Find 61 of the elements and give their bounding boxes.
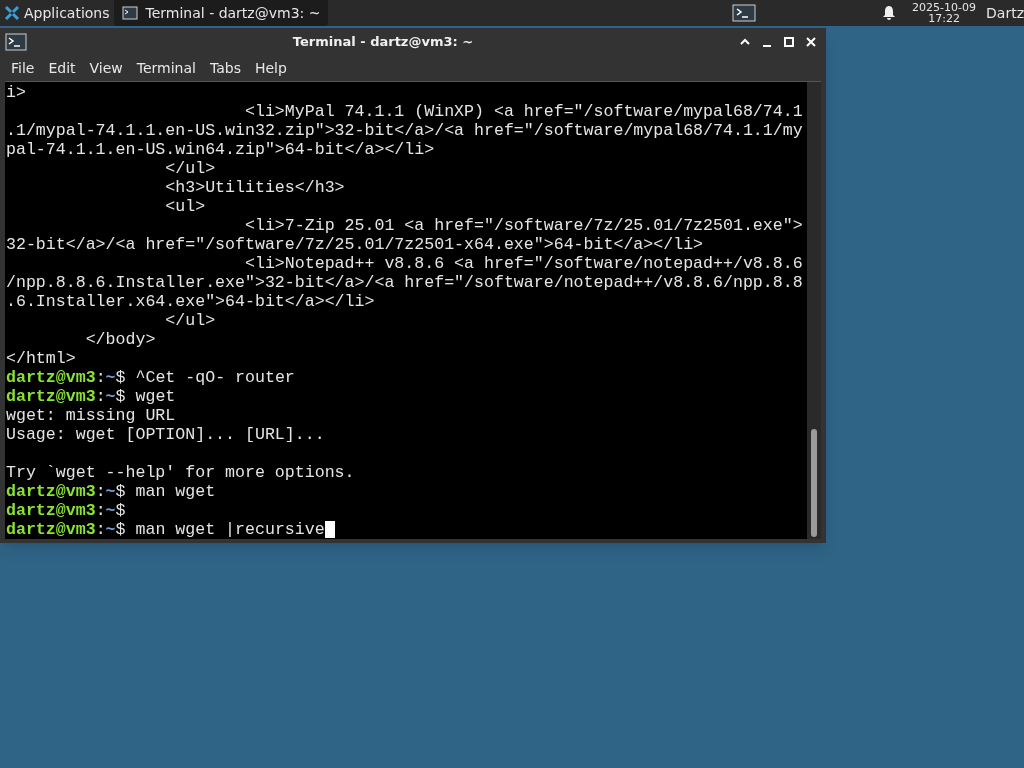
app-menu-icon xyxy=(4,5,20,21)
prompt-path: ~ xyxy=(105,368,116,387)
terminal-output-line: <li>Notepad++ v8.8.6 <a href="/software/notepad++/v8.8.6 xyxy=(244,254,803,273)
terminal-output-line: <h3>Utilities</h3> xyxy=(164,178,345,197)
prompt-separator: : xyxy=(95,387,106,406)
terminal-output-line: .6.Installer.x64.exe">64-bit</a></li> xyxy=(6,292,375,311)
terminal-output-line: </ul> xyxy=(164,159,216,178)
prompt-user: dartz@vm3 xyxy=(6,482,96,501)
prompt-user: dartz@vm3 xyxy=(6,387,96,406)
terminal-output-line: Usage: wget [OPTION]... [URL]... xyxy=(6,425,325,444)
menu-item[interactable]: Edit xyxy=(41,58,83,79)
menu-item[interactable]: Tabs xyxy=(202,58,248,79)
terminal-output-line: /npp.8.8.6.Installer.exe">32-bit</a>/<a href="/software/notepad++/v8.8.6/npp.8.8 xyxy=(6,273,803,292)
terminal-output-line: wget: missing URL xyxy=(6,406,176,425)
maximize-icon[interactable] xyxy=(783,36,795,48)
menu-item[interactable]: Terminal xyxy=(129,58,203,79)
menu-item[interactable]: File xyxy=(4,58,42,79)
prompt-separator: : xyxy=(95,482,106,501)
prompt-path: ~ xyxy=(105,387,116,406)
window-title: Terminal - dartz@vm3: ~ xyxy=(292,33,474,52)
notification-bell-icon[interactable] xyxy=(882,5,897,21)
applications-menu[interactable]: Applications xyxy=(0,0,114,26)
terminal-output-line: i> xyxy=(6,83,26,102)
terminal-output-line: pal-74.1.1.en-US.win64.zip">64-bit</a></li> xyxy=(6,140,435,159)
prompt-separator: : xyxy=(95,501,106,520)
terminal-output-line: </html> xyxy=(6,349,76,368)
clock-time: 17:22 xyxy=(928,13,960,24)
prompt-command: $ xyxy=(115,501,126,520)
prompt-command: $ man wget xyxy=(115,482,216,501)
prompt-user: dartz@vm3 xyxy=(6,368,96,387)
terminal-output-line: 32-bit</a>/<a href="/software/7z/25.01/7z2501-x64.exe">64-bit</a></li> xyxy=(6,235,704,254)
prompt-path: ~ xyxy=(105,482,116,501)
terminal-launcher[interactable] xyxy=(730,2,759,24)
applications-label: Applications xyxy=(24,3,110,23)
terminal-icon xyxy=(732,4,757,22)
prompt-separator: : xyxy=(95,520,106,539)
prompt-user: dartz@vm3 xyxy=(6,520,96,539)
terminal-output-line: .1/mypal-74.1.1.en-US.win32.zip">32-bit</a>/<a href="/software/mypal68/74.1.1/my xyxy=(6,121,803,140)
terminal-output-line: Try `wget --help' for more options. xyxy=(6,463,355,482)
menu-item[interactable]: Help xyxy=(247,58,294,79)
scrollbar-thumb[interactable] xyxy=(811,429,817,537)
scrollbar[interactable] xyxy=(807,82,821,539)
user-name[interactable]: Dartz xyxy=(986,2,1024,24)
taskbar-button[interactable]: Terminal - dartz@vm3: ~ xyxy=(113,0,329,26)
prompt-command: $ wget xyxy=(115,387,176,406)
terminal-output-line: <li>MyPal 74.1.1 (WinXP) <a href="/software/mypal68/74.1 xyxy=(244,102,803,121)
terminal-output-line: <li>7-Zip 25.01 <a href="/software/7z/25.01/7z2501.exe"> xyxy=(244,216,803,235)
prompt-path: ~ xyxy=(105,501,116,520)
prompt-path: ~ xyxy=(105,520,116,539)
terminal-icon xyxy=(5,33,27,51)
clock-date: 2025-10-09 xyxy=(912,2,977,13)
terminal-output-line: </body> xyxy=(84,330,156,349)
prompt-separator: : xyxy=(95,368,106,387)
prompt-command[interactable]: $ man wget |recursive xyxy=(115,520,325,539)
close-icon[interactable] xyxy=(805,36,817,48)
prompt-user: dartz@vm3 xyxy=(6,501,96,520)
prompt-command: $ ^Cet -qO- router xyxy=(115,368,295,387)
terminal-output-line: </ul> xyxy=(164,311,216,330)
terminal-icon xyxy=(121,6,138,20)
terminal-output-line: <ul> xyxy=(164,197,206,216)
menu-item[interactable]: View xyxy=(82,58,130,79)
